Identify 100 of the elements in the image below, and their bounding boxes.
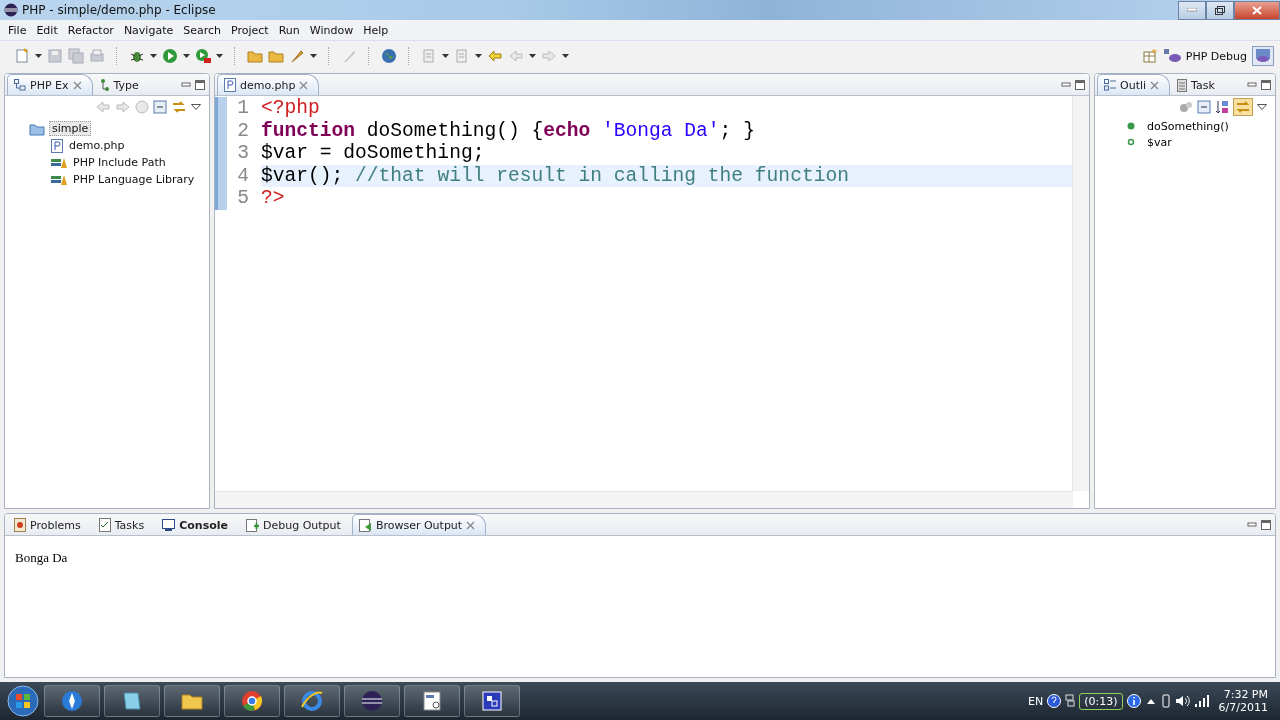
view-tab[interactable]: Outli [1097, 74, 1171, 95]
php-perspective-icon[interactable] [1252, 46, 1274, 66]
menu-item[interactable]: Search [178, 23, 227, 37]
folder-icon[interactable] [247, 48, 263, 64]
dropdown-arrow-icon[interactable] [310, 54, 317, 58]
close-button[interactable] [1234, 0, 1280, 20]
tree-item[interactable]: PHP Include Path [71, 156, 168, 169]
debug-perspective-icon[interactable] [1162, 48, 1181, 64]
vertical-scrollbar[interactable] [1072, 96, 1089, 491]
view-tab[interactable]: Browser Output [351, 514, 487, 535]
sort-icon[interactable] [1215, 100, 1229, 114]
problems-icon [14, 518, 26, 532]
dropdown-arrow-icon[interactable] [442, 54, 449, 58]
speaker-icon[interactable] [1174, 694, 1191, 708]
window-icon [480, 689, 504, 713]
device-icon[interactable] [1160, 694, 1171, 708]
chrome-icon [240, 689, 264, 713]
taskbar-button[interactable] [224, 685, 280, 717]
change-marker [215, 187, 227, 210]
outline-icon [1104, 79, 1116, 91]
maximize-icon[interactable] [1261, 519, 1271, 530]
hierarchy-icon [99, 78, 110, 92]
last-edit-icon[interactable] [487, 48, 503, 64]
minimize-icon [1187, 8, 1197, 12]
dropdown-arrow-icon[interactable] [475, 54, 482, 58]
tree-item[interactable]: simple [49, 121, 92, 136]
taskbar-button[interactable] [464, 685, 520, 717]
perspective-button[interactable]: PHP Debug [1185, 49, 1247, 63]
menu-item[interactable]: Window [304, 23, 359, 37]
minimize-icon[interactable] [1061, 79, 1071, 90]
minimize-icon[interactable] [181, 79, 191, 90]
view-tab[interactable]: Tasks [91, 514, 156, 535]
dropdown-arrow-icon[interactable] [35, 54, 42, 58]
taskbar-button[interactable] [284, 685, 340, 717]
taskbar-button[interactable] [164, 685, 220, 717]
view-tab[interactable]: Problems [7, 514, 92, 535]
eclipse-icon [4, 3, 18, 17]
run-icon[interactable] [162, 48, 178, 64]
menu-item[interactable]: Project [226, 23, 274, 37]
minimize-icon[interactable] [1247, 519, 1257, 530]
collapse-all-icon[interactable] [153, 100, 167, 114]
start-button-icon[interactable] [6, 684, 40, 718]
globe-icon[interactable] [381, 48, 397, 64]
language-indicator[interactable]: EN [1028, 694, 1044, 708]
maximize-icon[interactable] [195, 79, 205, 90]
close-icon[interactable] [1150, 80, 1160, 90]
view-tab[interactable]: Task [1170, 74, 1226, 95]
line-number: 3 [236, 142, 249, 165]
menu-item[interactable]: Navigate [118, 23, 179, 37]
code-line: ?> [261, 187, 286, 210]
menu-item[interactable]: Refactor [62, 23, 119, 37]
dropdown-arrow-icon[interactable] [183, 54, 190, 58]
menu-item[interactable]: Help [358, 23, 394, 37]
maximize-icon[interactable] [1075, 79, 1085, 90]
help-icon[interactable] [1047, 694, 1062, 708]
outline-item[interactable]: $var [1147, 135, 1172, 149]
clock-date[interactable]: 6/7/2011 [1218, 701, 1268, 714]
close-icon[interactable] [299, 80, 309, 90]
task-list-icon [1177, 78, 1188, 92]
open-perspective-icon[interactable] [1141, 48, 1158, 64]
view-menu-icon[interactable] [1257, 104, 1267, 110]
folder-icon[interactable] [268, 48, 284, 64]
window-title: PHP - simple/demo.php - Eclipse [22, 3, 217, 17]
tree-item[interactable]: PHP Language Library [71, 173, 197, 186]
view-tab[interactable]: PHP Ex [7, 74, 93, 95]
document-icon [420, 689, 444, 713]
menu-item[interactable]: Run [273, 23, 305, 37]
line-number: 4 [236, 164, 249, 188]
code-line: $var = doSomething; [261, 142, 486, 165]
view-tab[interactable]: Type [92, 74, 150, 95]
menu-item[interactable]: Edit [31, 23, 63, 37]
maximize-icon[interactable] [1261, 79, 1271, 90]
notebook-icon [120, 689, 144, 713]
info-icon[interactable] [1126, 694, 1141, 708]
collapse-all-icon[interactable] [1197, 100, 1211, 114]
taskbar-button[interactable] [104, 685, 160, 717]
outline-item[interactable]: doSomething() [1147, 119, 1229, 133]
view-tab[interactable]: demo.php [217, 74, 320, 95]
tree-item[interactable]: demo.php [67, 139, 127, 152]
view-tab[interactable]: Debug Output [239, 514, 352, 535]
view-menu-icon[interactable] [191, 104, 201, 110]
explorer-icon [14, 79, 26, 91]
close-icon[interactable] [466, 520, 476, 530]
close-icon[interactable] [72, 80, 82, 90]
run-tool-icon[interactable] [195, 48, 211, 64]
minimize-icon[interactable] [1247, 79, 1257, 90]
taskbar-button[interactable] [404, 685, 460, 717]
menu-item[interactable]: File [3, 23, 32, 37]
signal-icon[interactable] [1194, 695, 1209, 707]
restore-button[interactable] [1206, 0, 1234, 20]
view-tab[interactable]: Console [155, 514, 239, 535]
dropdown-arrow-icon[interactable] [150, 54, 157, 58]
taskbar-button[interactable] [44, 685, 100, 717]
clock-time[interactable]: 7:32 PM [1223, 688, 1268, 701]
dropdown-arrow-icon[interactable] [216, 54, 223, 58]
dropdown-arrow-icon[interactable] [562, 54, 569, 58]
dropdown-arrow-icon[interactable] [529, 54, 536, 58]
fields-icon[interactable] [1179, 101, 1193, 113]
horizontal-scrollbar[interactable] [215, 491, 1073, 508]
library-icon [51, 173, 67, 186]
